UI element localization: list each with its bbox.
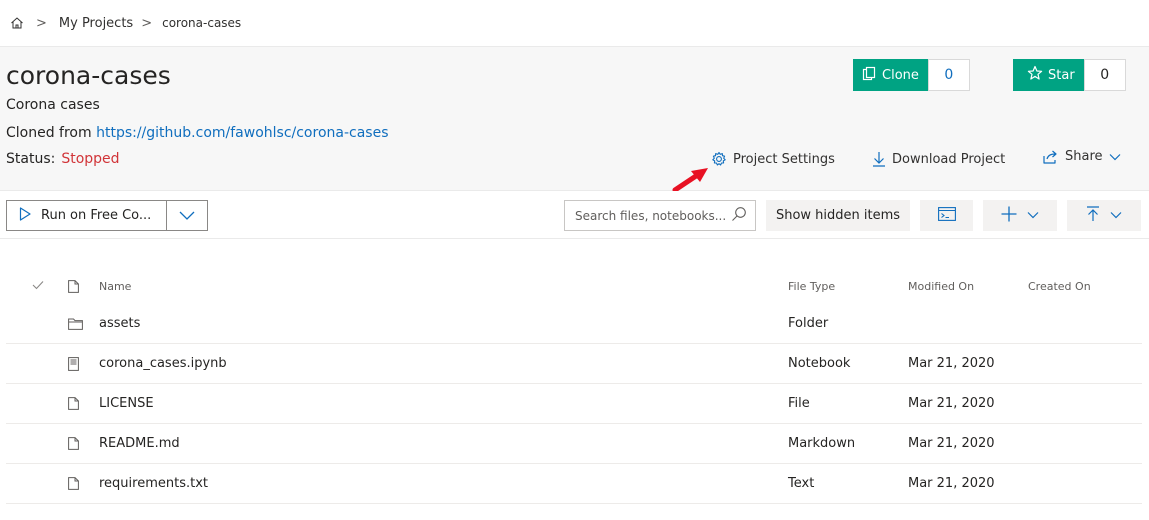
star-count[interactable]: 0 — [1083, 59, 1126, 91]
project-description: Corona cases — [6, 97, 100, 113]
table-row[interactable]: README.md Markdown Mar 21, 2020 — [6, 424, 1142, 464]
upload-icon — [1086, 205, 1100, 226]
chevron-down-icon — [1027, 208, 1039, 223]
file-table: Name File Type Modified On Created On as… — [6, 268, 1142, 504]
table-header: Name File Type Modified On Created On — [6, 268, 1142, 304]
file-type: Markdown — [788, 436, 856, 451]
project-settings-button[interactable]: Project Settings — [711, 151, 835, 167]
home-icon[interactable] — [10, 16, 24, 30]
chevron-down-icon — [1110, 208, 1122, 223]
star-group: Star 0 — [1013, 59, 1126, 91]
cloned-from-label: Cloned from — [6, 125, 92, 141]
star-button[interactable]: Star — [1013, 59, 1084, 91]
run-label: Run on Free Co... — [41, 208, 152, 223]
toolbar: Run on Free Co... Show hidden items — [0, 191, 1149, 239]
share-button[interactable]: Share — [1043, 149, 1121, 164]
project-status: Status: Stopped — [6, 151, 120, 167]
project-title: corona-cases — [6, 61, 171, 90]
file-name[interactable]: requirements.txt — [99, 476, 788, 491]
cloned-from: Cloned from https://github.com/fawohlsc/… — [6, 125, 389, 141]
search-box — [564, 200, 756, 231]
file-name[interactable]: assets — [99, 316, 788, 331]
file-modified: Mar 21, 2020 — [908, 436, 995, 451]
download-project-label: Download Project — [892, 151, 1006, 167]
breadcrumb-current: corona-cases — [162, 16, 242, 30]
file-icon — [68, 477, 99, 490]
file-type: Notebook — [788, 356, 851, 371]
run-button-group: Run on Free Co... — [6, 200, 208, 231]
upload-button[interactable] — [1067, 200, 1141, 231]
table-row[interactable]: requirements.txt Text Mar 21, 2020 — [6, 464, 1142, 504]
cloned-from-link[interactable]: https://github.com/fawohlsc/corona-cases — [96, 125, 388, 141]
file-modified: Mar 21, 2020 — [908, 396, 995, 411]
column-header-modified-on[interactable]: Modified On — [908, 280, 1028, 293]
file-icon — [68, 437, 99, 450]
file-modified: Mar 21, 2020 — [908, 476, 995, 491]
clone-label: Clone — [882, 67, 919, 83]
star-label: Star — [1048, 67, 1075, 83]
file-modified: Mar 21, 2020 — [908, 356, 995, 371]
project-settings-label: Project Settings — [733, 151, 835, 167]
checkmark-icon — [32, 280, 44, 293]
terminal-button[interactable] — [920, 200, 973, 231]
status-label: Status: — [6, 151, 56, 167]
file-type: Folder — [788, 316, 829, 331]
file-type: File — [788, 396, 810, 411]
play-icon — [19, 206, 31, 225]
download-project-button[interactable]: Download Project — [872, 151, 1005, 167]
column-header-name[interactable]: Name — [99, 280, 788, 293]
share-icon — [1043, 150, 1059, 164]
chevron-down-icon — [179, 208, 195, 224]
add-new-button[interactable] — [983, 200, 1057, 231]
breadcrumb-separator: > — [141, 15, 153, 31]
plus-icon — [1001, 206, 1017, 226]
table-row[interactable]: assets Folder — [6, 304, 1142, 344]
file-icon — [68, 397, 99, 410]
file-type: Text — [788, 476, 815, 491]
terminal-icon — [937, 206, 956, 225]
clone-group: Clone 0 — [853, 59, 970, 91]
table-row[interactable]: LICENSE File Mar 21, 2020 — [6, 384, 1142, 424]
file-name[interactable]: LICENSE — [99, 396, 788, 411]
column-header-created-on[interactable]: Created On — [1028, 280, 1142, 293]
run-dropdown-button[interactable] — [167, 201, 207, 230]
chevron-down-icon — [1109, 153, 1121, 161]
folder-icon — [68, 318, 99, 330]
table-row[interactable]: corona_cases.ipynb Notebook Mar 21, 2020 — [6, 344, 1142, 384]
breadcrumb-separator: > — [36, 15, 47, 31]
notebook-icon — [68, 356, 99, 371]
show-hidden-items-button[interactable]: Show hidden items — [766, 200, 910, 231]
share-label: Share — [1065, 149, 1103, 164]
clone-button[interactable]: Clone — [853, 59, 928, 91]
clone-icon — [862, 66, 877, 85]
clone-count[interactable]: 0 — [927, 59, 970, 91]
search-icon[interactable] — [731, 206, 747, 226]
gear-icon — [711, 151, 727, 167]
file-type-column-icon — [68, 279, 99, 293]
download-icon — [872, 151, 886, 167]
file-name[interactable]: README.md — [99, 436, 788, 451]
file-name[interactable]: corona_cases.ipynb — [99, 356, 788, 371]
status-value: Stopped — [61, 151, 120, 167]
run-button[interactable]: Run on Free Co... — [7, 201, 167, 230]
breadcrumb: > My Projects > corona-cases — [0, 0, 1149, 46]
star-icon — [1027, 65, 1043, 85]
search-input[interactable] — [575, 208, 725, 223]
breadcrumb-my-projects[interactable]: My Projects — [59, 16, 133, 31]
project-header: corona-cases Corona cases Cloned from ht… — [0, 46, 1149, 193]
select-all-checkbox[interactable] — [6, 280, 68, 293]
column-header-file-type[interactable]: File Type — [788, 280, 908, 293]
